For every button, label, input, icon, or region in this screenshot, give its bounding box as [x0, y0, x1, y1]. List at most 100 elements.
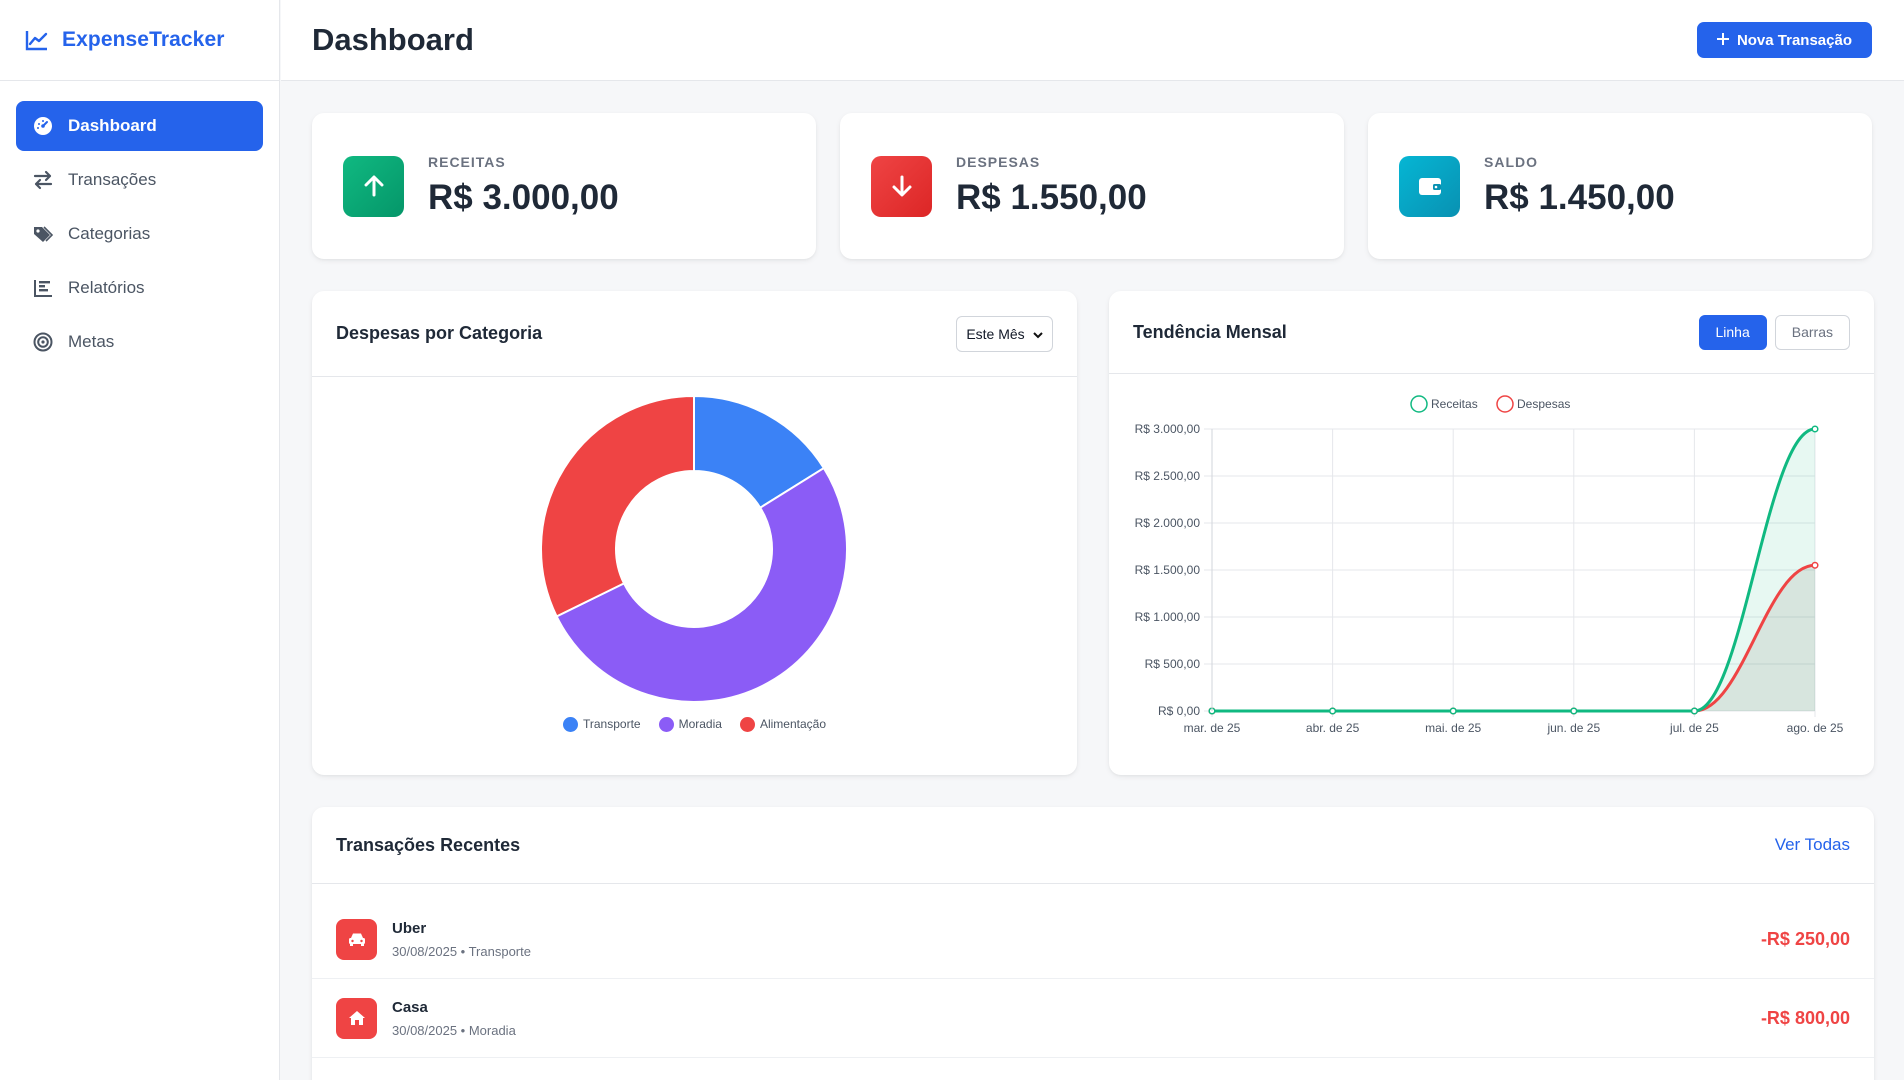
gauge-icon — [32, 115, 54, 137]
sidebar-item-label: Transações — [68, 170, 157, 189]
stat-card-receitas: RECEITAS R$ 3.000,00 — [312, 113, 816, 259]
data-point[interactable] — [1811, 425, 1819, 433]
y-tick-label: R$ 3.000,00 — [1135, 422, 1201, 436]
period-select-value: Este Mês — [966, 325, 1025, 342]
legend-swatch — [563, 717, 578, 733]
new-transaction-label: Nova Transação — [1736, 31, 1852, 49]
data-point[interactable] — [1329, 707, 1337, 715]
y-tick-label: R$ 1.500,00 — [1135, 563, 1201, 577]
wallet-icon — [1399, 155, 1460, 217]
transaction-name: Uber — [392, 919, 427, 937]
legend-item[interactable]: Alimentação — [739, 717, 826, 733]
data-point[interactable] — [1570, 707, 1578, 715]
brand[interactable]: ExpenseTracker — [0, 0, 279, 81]
stat-card-saldo: SALDO R$ 1.450,00 — [1368, 113, 1872, 259]
line-chart-icon — [24, 27, 50, 53]
legend-swatch — [1496, 395, 1514, 413]
stat-card-despesas: DESPESAS R$ 1.550,00 — [840, 113, 1344, 259]
x-tick-label: mai. de 25 — [1425, 721, 1481, 735]
legend-item[interactable]: Transporte — [563, 717, 641, 733]
brand-name: ExpenseTracker — [62, 28, 225, 51]
stat-label: SALDO — [1484, 154, 1538, 170]
trend-panel-header: Tendência Mensal Linha Barras — [1109, 291, 1874, 374]
stat-value: R$ 1.450,00 — [1484, 178, 1675, 217]
exchange-icon — [32, 169, 54, 191]
transaction-name: Casa — [392, 998, 428, 1016]
trend-panel: Tendência Mensal Linha Barras Receitas De… — [1109, 291, 1874, 775]
stat-value: R$ 3.000,00 — [428, 178, 619, 217]
sidebar-item-metas[interactable]: Metas — [16, 317, 263, 367]
sidebar-item-label: Categorias — [68, 224, 151, 243]
donut-chart — [540, 394, 848, 703]
y-tick-label: R$ 500,00 — [1145, 657, 1201, 671]
stat-label: RECEITAS — [428, 154, 506, 170]
topbar: Dashboard Nova Transação — [281, 0, 1904, 81]
transaction-meta: 30/08/2025 • Transporte — [392, 943, 531, 959]
transaction-row[interactable]: Uber 30/08/2025 • Transporte -R$ 250,00 — [312, 900, 1874, 979]
y-tick-label: R$ 2.500,00 — [1135, 469, 1201, 483]
chevron-down-icon — [1032, 326, 1043, 342]
stat-label: DESPESAS — [956, 154, 1041, 170]
arrow-up-icon — [343, 155, 404, 217]
y-tick-label: R$ 0,00 — [1158, 704, 1200, 718]
toggle-bars-button[interactable]: Barras — [1774, 314, 1850, 350]
sidebar-nav: Dashboard Transações Categorias Relatóri… — [0, 81, 279, 391]
panel-title: Transações Recentes — [336, 834, 521, 855]
home-icon — [336, 997, 377, 1039]
car-icon — [336, 918, 377, 960]
sidebar-item-label: Relatórios — [68, 278, 145, 297]
transaction-meta: 30/08/2025 • Moradia — [392, 1022, 516, 1038]
toggle-line-button[interactable]: Linha — [1698, 314, 1767, 350]
recent-transactions-header: Transações Recentes Ver Todas — [312, 807, 1874, 884]
target-icon — [32, 331, 54, 353]
sidebar-item-transacoes[interactable]: Transações — [16, 155, 263, 205]
chart-type-toggle: Linha Barras — [1698, 314, 1850, 350]
donut-slice-alimentação[interactable] — [540, 394, 695, 618]
view-all-link[interactable]: Ver Todas — [1775, 835, 1850, 855]
legend-item[interactable]: Moradia — [658, 717, 722, 733]
donut-legend: Transporte Moradia Alimentação — [312, 717, 1077, 733]
sidebar-item-dashboard[interactable]: Dashboard — [16, 101, 263, 151]
x-tick-label: ago. de 25 — [1787, 721, 1844, 735]
x-tick-label: abr. de 25 — [1306, 721, 1360, 735]
legend-label: Transporte — [583, 717, 641, 731]
panel-title: Despesas por Categoria — [336, 323, 543, 343]
transaction-row[interactable]: Casa 30/08/2025 • Moradia -R$ 800,00 — [312, 979, 1874, 1058]
trend-line-chart: Receitas Despesas R$ 0,00 R$ 500,00 R$ 1.000… — [1135, 395, 1844, 735]
sidebar-item-label: Metas — [68, 332, 115, 351]
y-tick-label: R$ 2.000,00 — [1135, 516, 1201, 530]
transaction-amount: -R$ 800,00 — [1760, 1007, 1850, 1028]
transaction-amount: -R$ 250,00 — [1760, 928, 1850, 949]
data-point[interactable] — [1449, 707, 1457, 715]
legend-swatch — [658, 717, 674, 733]
category-panel-header: Despesas por Categoria Este Mês — [312, 291, 1077, 377]
series-line-despesas — [1211, 563, 1816, 713]
sidebar: ExpenseTracker Dashboard Transações Cate… — [0, 0, 280, 1080]
sidebar-item-label: Dashboard — [68, 116, 157, 135]
data-point[interactable] — [1811, 561, 1819, 569]
new-transaction-button[interactable]: Nova Transação — [1696, 22, 1872, 58]
y-tick-label: R$ 1.000,00 — [1135, 610, 1201, 624]
panel-title: Tendência Mensal — [1133, 321, 1287, 342]
sidebar-item-relatorios[interactable]: Relatórios — [16, 263, 263, 313]
recent-transactions-panel: Transações Recentes Ver Todas Uber 30/08… — [312, 807, 1874, 1080]
legend-swatch — [1410, 395, 1428, 413]
page-title: Dashboard — [312, 22, 474, 57]
arrow-down-icon — [871, 155, 932, 217]
legend-label: Alimentação — [759, 717, 826, 731]
x-tick-label: mar. de 25 — [1184, 721, 1241, 735]
plus-icon — [1716, 32, 1729, 49]
data-point[interactable] — [1690, 707, 1698, 715]
legend-label: Despesas — [1517, 397, 1570, 411]
x-tick-label: jul. de 25 — [1669, 721, 1719, 735]
bar-chart-icon — [32, 277, 54, 299]
sidebar-item-categorias[interactable]: Categorias — [16, 209, 263, 259]
period-select[interactable]: Este Mês — [956, 315, 1053, 352]
stat-value: R$ 1.550,00 — [956, 178, 1147, 217]
legend-swatch — [739, 717, 755, 733]
category-panel: Despesas por Categoria Este Mês Transpor… — [312, 291, 1077, 775]
legend-label: Receitas — [1431, 397, 1478, 411]
legend-label: Moradia — [678, 717, 722, 731]
tags-icon — [32, 223, 54, 245]
x-tick-label: jun. de 25 — [1546, 721, 1600, 735]
